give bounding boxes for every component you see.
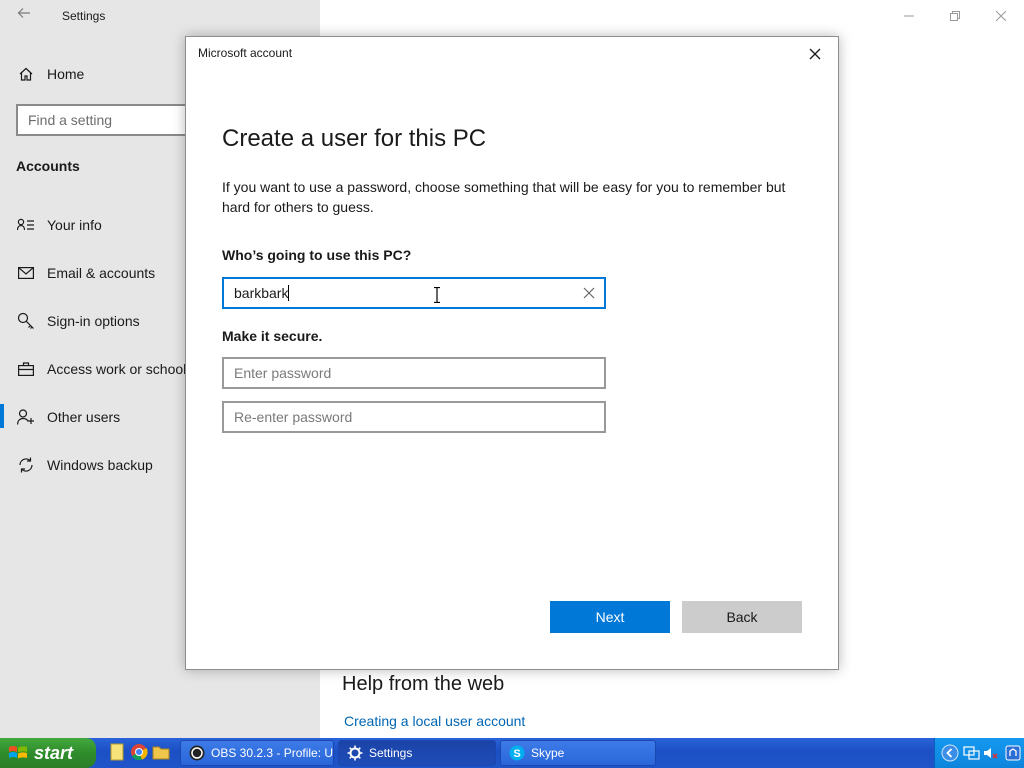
help-title: Help from the web (342, 673, 505, 695)
security-icon[interactable] (1005, 745, 1021, 761)
windows-flag-icon (9, 746, 27, 759)
start-button[interactable]: start (0, 738, 96, 768)
window-title: Settings (62, 9, 106, 23)
sidebar-item-label: Sign-in options (47, 313, 140, 329)
microsoft-account-dialog: Microsoft account Create a user for this… (185, 36, 839, 670)
close-icon (996, 11, 1006, 21)
secure-label: Make it secure. (222, 328, 323, 344)
dialog-close-button[interactable] (804, 43, 826, 65)
password-placeholder: Enter password (234, 365, 332, 381)
sidebar-item-email-accounts[interactable]: Email & accounts (16, 261, 155, 285)
reenter-password-field[interactable]: Re-enter password (222, 401, 606, 433)
back-arrow-icon[interactable] (12, 4, 36, 28)
username-field[interactable]: barkbark (222, 277, 606, 309)
window-close-button[interactable] (978, 0, 1024, 32)
clear-icon (583, 287, 595, 299)
sidebar-item-sign-in-options[interactable]: Sign-in options (16, 309, 140, 333)
nav-home[interactable]: Home (16, 62, 84, 86)
nav-home-label: Home (47, 66, 85, 82)
key-icon (16, 311, 36, 331)
svg-text:S: S (513, 748, 520, 760)
home-icon (16, 64, 36, 84)
minimize-icon (904, 15, 914, 17)
back-button[interactable]: Back (682, 601, 802, 633)
sidebar-item-label: Windows backup (47, 457, 153, 473)
password-field[interactable]: Enter password (222, 357, 606, 389)
dialog-title: Microsoft account (198, 46, 293, 60)
mail-icon (16, 263, 36, 283)
taskbar-item-label: Settings (369, 746, 413, 760)
network-icon[interactable] (963, 745, 981, 761)
taskbar: start OBS 30.2.3 - Profile: U... Setting… (0, 738, 1024, 768)
search-placeholder: Find a setting (28, 112, 113, 128)
sidebar-item-label: Access work or school (47, 361, 187, 377)
minimize-button[interactable] (886, 0, 932, 32)
sidebar-item-label: Your info (47, 217, 102, 233)
username-value: barkbark (234, 285, 289, 301)
sidebar-item-access-work[interactable]: Access work or school (16, 357, 186, 381)
notes-icon[interactable] (108, 743, 126, 761)
dialog-description: If you want to use a password, choose so… (222, 179, 786, 215)
window-controls (886, 0, 1024, 32)
taskbar-item-label: Skype (531, 746, 565, 760)
sidebar-item-other-users[interactable]: Other users (16, 405, 120, 429)
selected-indicator (0, 404, 4, 428)
chrome-icon[interactable] (130, 743, 148, 761)
next-button[interactable]: Next (550, 601, 670, 633)
text-cursor-icon (434, 287, 440, 303)
reenter-password-placeholder: Re-enter password (234, 409, 353, 425)
gear-icon (347, 745, 363, 761)
user-label: Who’s going to use this PC? (222, 247, 412, 263)
taskbar-item-label: OBS 30.2.3 - Profile: U... (211, 746, 334, 760)
system-tray (934, 738, 1024, 768)
sync-icon (16, 455, 36, 475)
volume-icon[interactable] (983, 745, 999, 761)
folder-icon[interactable] (152, 743, 170, 761)
section-title: Accounts (16, 158, 80, 174)
skype-icon: S (509, 745, 525, 761)
help-link[interactable]: Creating a local user account (344, 713, 525, 729)
clear-text-button[interactable] (580, 284, 598, 302)
taskbar-item-obs[interactable]: OBS 30.2.3 - Profile: U... (180, 740, 334, 766)
person-list-icon (16, 215, 36, 235)
text-caret (288, 285, 290, 301)
obs-icon (189, 745, 205, 761)
sidebar-item-label: Email & accounts (47, 265, 156, 281)
sidebar-item-windows-backup[interactable]: Windows backup (16, 453, 153, 477)
chevron-left-icon[interactable] (941, 744, 959, 762)
sidebar-item-your-info[interactable]: Your info (16, 213, 102, 237)
restore-button[interactable] (932, 0, 978, 32)
start-label: start (34, 742, 74, 763)
close-icon (809, 48, 821, 60)
taskbar-item-skype[interactable]: S Skype (500, 740, 656, 766)
dialog-heading: Create a user for this PC (222, 125, 487, 152)
restore-icon (950, 11, 960, 21)
person-add-icon (16, 407, 36, 427)
briefcase-icon (16, 359, 36, 379)
taskbar-item-settings[interactable]: Settings (338, 740, 496, 766)
sidebar-item-label: Other users (47, 409, 121, 425)
